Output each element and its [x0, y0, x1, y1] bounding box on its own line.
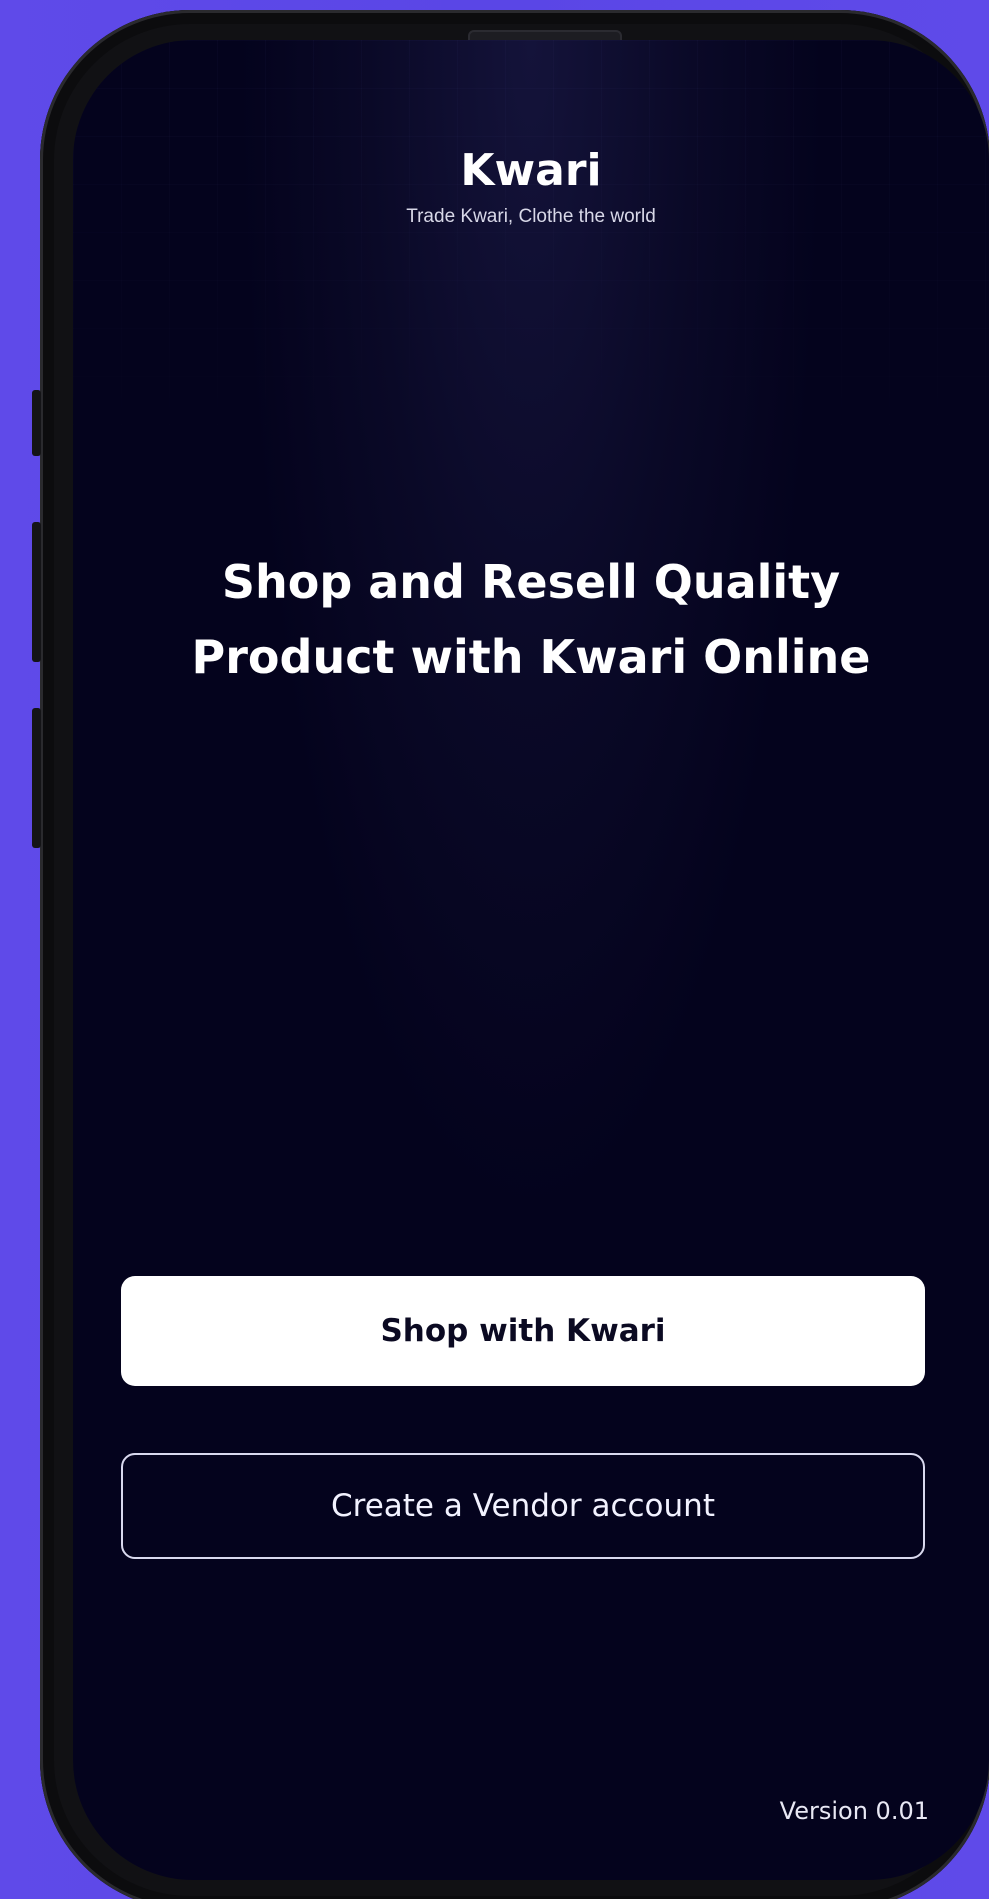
hero-headline: Shop and Resell Quality Product with Kwa…	[73, 545, 989, 695]
brand-header: Kwari Trade Kwari, Clothe the world	[73, 145, 989, 228]
hero-line-1: Shop and Resell Quality	[221, 555, 841, 609]
version-label: Version 0.01	[779, 1797, 929, 1825]
mute-switch	[32, 390, 41, 456]
app-screen: Kwari Trade Kwari, Clothe the world Shop…	[73, 40, 989, 1880]
hero-line-2: Product with Kwari Online	[191, 630, 871, 684]
volume-down-button	[32, 708, 41, 848]
app-title: Kwari	[460, 145, 602, 196]
shop-with-kwari-button[interactable]: Shop with Kwari	[121, 1276, 925, 1386]
background-grid	[73, 40, 989, 470]
create-vendor-account-button[interactable]: Create a Vendor account	[121, 1453, 925, 1559]
app-tagline: Trade Kwari, Clothe the world	[406, 206, 656, 227]
canvas-background: Kwari Trade Kwari, Clothe the world Shop…	[0, 0, 989, 1899]
volume-up-button	[32, 522, 41, 662]
